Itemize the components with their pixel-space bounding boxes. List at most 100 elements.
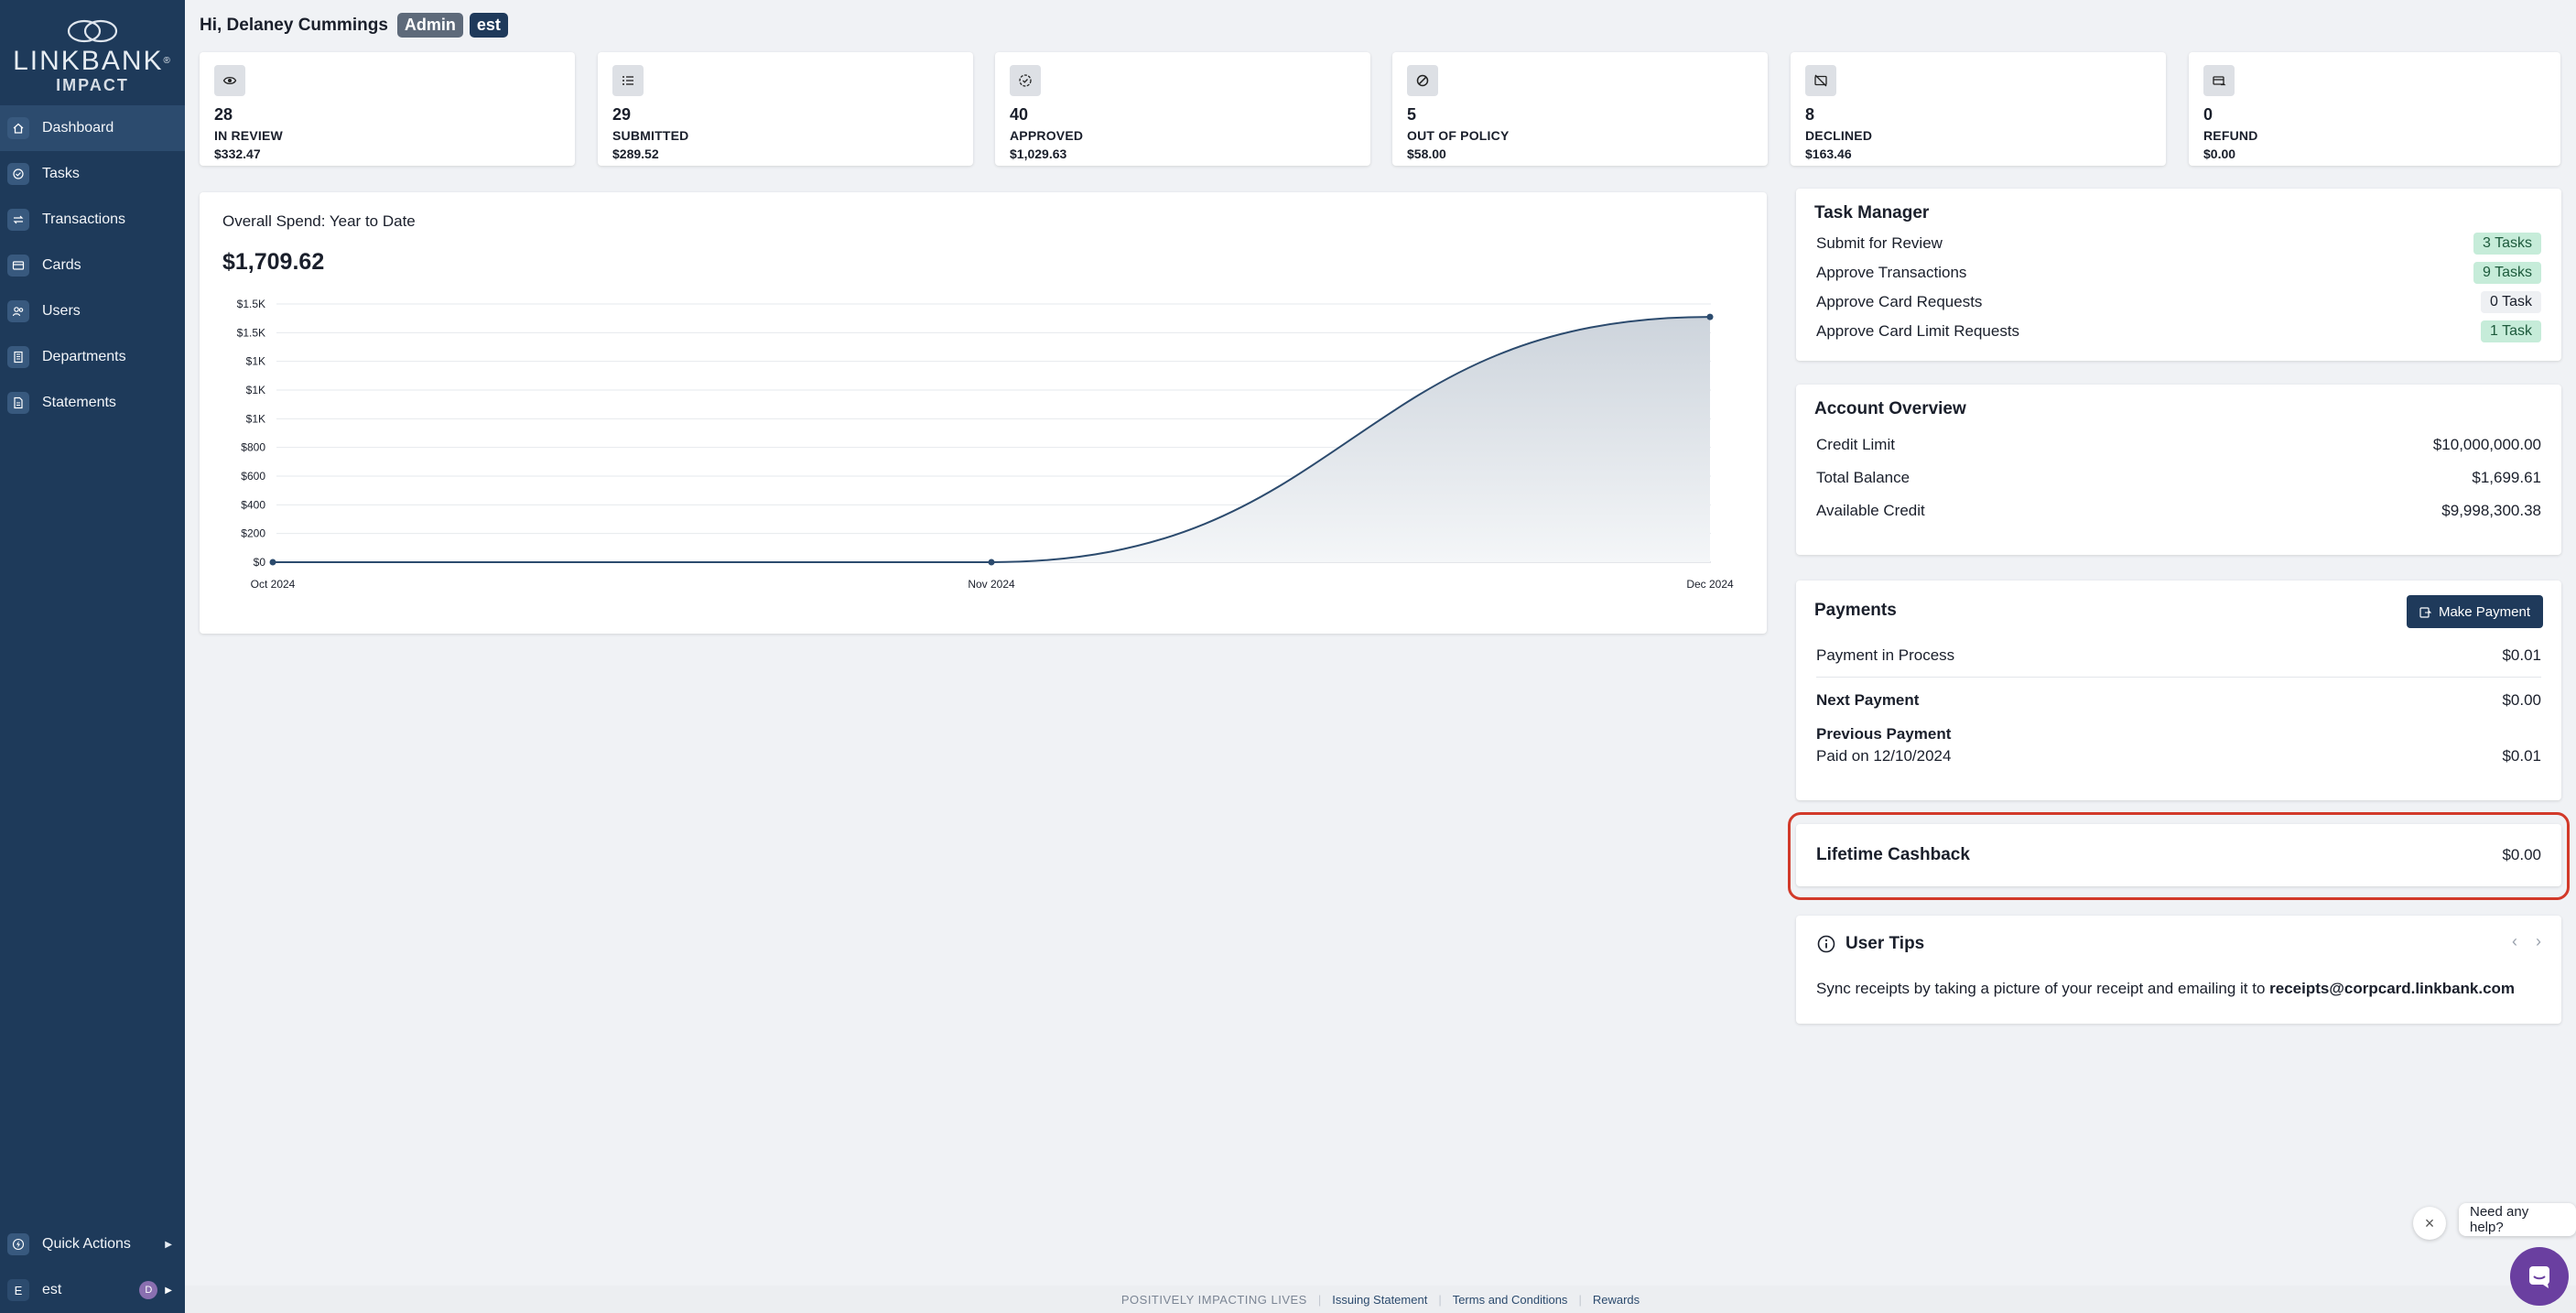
org-badge: est	[469, 13, 508, 38]
stat-card-in-review[interactable]: 28 IN REVIEW $332.47	[200, 52, 575, 166]
task-row-approve-card-limit[interactable]: Approve Card Limit Requests 1 Task	[1796, 317, 2561, 346]
sidebar-item-label: Statements	[42, 395, 116, 410]
stat-card-refund[interactable]: 0 REFUND $0.00	[2189, 52, 2560, 166]
chart-y-tick-label: $600	[241, 470, 265, 483]
sidebar-item-label: Departments	[42, 349, 126, 364]
ban-icon	[1407, 65, 1438, 96]
stat-amount: $1,029.63	[1010, 146, 1067, 161]
footer-separator: |	[1438, 1292, 1442, 1307]
user-tips-panel: User Tips ‹ › Sync receipts by taking a …	[1796, 916, 2561, 1024]
task-count-badge: 1 Task	[2481, 320, 2541, 342]
stat-card-declined[interactable]: 8 DECLINED $163.46	[1791, 52, 2166, 166]
close-icon[interactable]: ×	[2413, 1207, 2446, 1240]
chat-launcher-button[interactable]	[2510, 1247, 2569, 1306]
chart-x-tick-label: Nov 2024	[968, 578, 1015, 591]
footer-separator: |	[1578, 1292, 1582, 1307]
panel-title: User Tips	[1845, 934, 1925, 953]
brand-sub: IMPACT	[56, 75, 129, 94]
quick-actions-menu[interactable]: Quick Actions ▶	[0, 1221, 185, 1267]
stat-amount: $163.46	[1805, 146, 1852, 161]
sidebar-item-cards[interactable]: Cards	[0, 243, 185, 288]
task-label: Approve Transactions	[1816, 264, 1967, 281]
brand-logo[interactable]: LINKBANK® IMPACT	[0, 0, 185, 105]
task-count-badge: 9 Tasks	[2473, 262, 2541, 284]
users-icon	[7, 300, 29, 322]
task-count-badge: 3 Tasks	[2473, 233, 2541, 255]
panel-title: Account Overview	[1814, 399, 1966, 418]
sidebar-item-users[interactable]: Users	[0, 288, 185, 334]
chart-y-tick-label: $1K	[246, 412, 265, 425]
caret-right-icon: ▶	[165, 1239, 172, 1250]
chart-y-tick-label: $200	[241, 527, 265, 540]
previous-payment-label: Previous Payment	[1816, 725, 1952, 743]
stat-count: 0	[2203, 105, 2213, 124]
stat-card-submitted[interactable]: 29 SUBMITTED $289.52	[598, 52, 973, 166]
divider	[1816, 677, 2541, 678]
row-label: Credit Limit	[1816, 436, 1895, 453]
spend-chart: $0 $200 $400 $600 $800 $1K $1K $1K $1.5K $1.5K Oc…	[237, 298, 1734, 591]
stat-card-approved[interactable]: 40 APPROVED $1,029.63	[995, 52, 1370, 166]
help-bubble[interactable]: Need any help?	[2459, 1203, 2576, 1236]
stat-count: 29	[612, 105, 632, 124]
stat-amount: $0.00	[2203, 146, 2236, 161]
sidebar: LINKBANK® IMPACT Dashboard Tasks Transac…	[0, 0, 185, 1313]
check-circle-icon	[7, 163, 29, 185]
chart-point[interactable]	[988, 559, 995, 566]
document-icon	[7, 392, 29, 414]
chart-y-tick-label: $1K	[246, 355, 265, 368]
stat-label: APPROVED	[1010, 128, 1084, 143]
task-row-submit[interactable]: Submit for Review 3 Tasks	[1796, 229, 2561, 258]
sidebar-item-label: Tasks	[42, 166, 80, 181]
panel-title: Task Manager	[1814, 203, 1930, 222]
footer-link-terms[interactable]: Terms and Conditions	[1453, 1293, 1568, 1307]
chart-point[interactable]	[1706, 313, 1714, 320]
chart-y-tick-label: $400	[241, 498, 265, 511]
make-payment-button[interactable]: Make Payment	[2406, 595, 2543, 628]
sidebar-item-departments[interactable]: Departments	[0, 334, 185, 380]
credit-limit-row: Credit Limit $10,000,000.00	[1796, 429, 2561, 461]
sidebar-item-statements[interactable]: Statements	[0, 380, 185, 426]
footer-link-rewards[interactable]: Rewards	[1593, 1293, 1640, 1307]
cashback-label: Lifetime Cashback	[1816, 845, 1970, 864]
logo-rings-icon	[67, 19, 118, 42]
account-overview-panel: Account Overview Credit Limit $10,000,00…	[1796, 385, 2561, 555]
caret-right-icon: ▶	[165, 1285, 172, 1296]
quick-actions-label: Quick Actions	[42, 1236, 131, 1252]
stat-count: 5	[1407, 105, 1417, 124]
chart-y-tick-label: $1K	[246, 384, 265, 396]
chevron-right-icon[interactable]: ›	[2536, 932, 2541, 951]
chart-area	[273, 317, 1710, 562]
task-row-approve-transactions[interactable]: Approve Transactions 9 Tasks	[1796, 258, 2561, 288]
sidebar-item-label: Transactions	[42, 212, 125, 227]
task-row-approve-card-requests[interactable]: Approve Card Requests 0 Task	[1796, 288, 2561, 317]
stat-amount: $289.52	[612, 146, 659, 161]
stat-amount: $58.00	[1407, 146, 1446, 161]
greeting: Hi, Delaney Cummings	[200, 15, 388, 35]
make-payment-label: Make Payment	[2438, 603, 2530, 620]
info-icon	[1817, 935, 1835, 953]
next-payment-row: Next Payment $0.00	[1796, 691, 2561, 710]
task-count-badge: 0 Task	[2481, 291, 2541, 313]
chart-point[interactable]	[269, 559, 276, 566]
row-label: Paid on 12/10/2024	[1816, 747, 1952, 765]
lightning-icon	[7, 1233, 29, 1255]
row-label: Next Payment	[1816, 691, 1920, 709]
stat-card-out-of-policy[interactable]: 5 OUT OF POLICY $58.00	[1392, 52, 1768, 166]
tip-email: receipts@corpcard.linkbank.com	[2269, 980, 2516, 997]
sidebar-item-dashboard[interactable]: Dashboard	[0, 105, 185, 151]
transfer-icon	[7, 209, 29, 231]
row-value: $1,699.61	[2472, 469, 2541, 486]
user-menu[interactable]: E est D ▶	[0, 1267, 185, 1313]
stat-label: OUT OF POLICY	[1407, 128, 1510, 143]
stat-count: 8	[1805, 105, 1815, 124]
stat-label: DECLINED	[1805, 128, 1873, 143]
org-initial: E	[7, 1279, 29, 1301]
refund-icon	[2203, 65, 2235, 96]
chart-y-tick-label: $800	[241, 441, 265, 454]
sidebar-item-transactions[interactable]: Transactions	[0, 197, 185, 243]
row-label: Available Credit	[1816, 502, 1925, 519]
chevron-left-icon[interactable]: ‹	[2512, 932, 2517, 951]
sidebar-item-tasks[interactable]: Tasks	[0, 151, 185, 197]
brand-name: LINKBANK®	[13, 45, 172, 76]
footer-link-issuing-statement[interactable]: Issuing Statement	[1332, 1293, 1427, 1307]
